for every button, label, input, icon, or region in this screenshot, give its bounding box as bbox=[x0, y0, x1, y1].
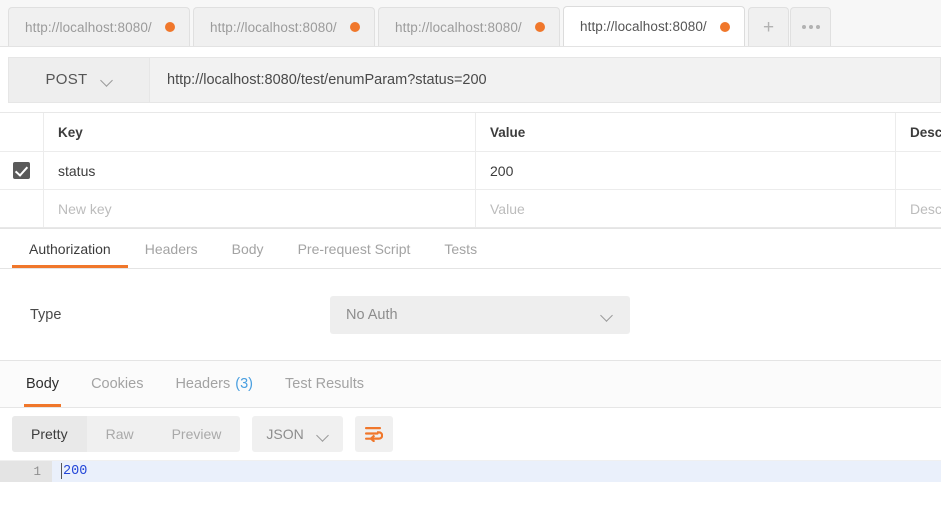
request-tab-2[interactable]: http://localhost:8080/ bbox=[193, 7, 375, 46]
view-mode-label: Raw bbox=[105, 426, 134, 442]
plus-icon: + bbox=[762, 16, 775, 38]
response-tab-test-results[interactable]: Test Results bbox=[269, 361, 380, 407]
response-format-value: JSON bbox=[266, 426, 304, 442]
new-key-placeholder: New key bbox=[58, 200, 112, 217]
new-tab-button[interactable]: + bbox=[748, 7, 789, 46]
url-input[interactable]: http://localhost:8080/test/enumParam?sta… bbox=[150, 56, 941, 103]
code-token: 200 bbox=[63, 464, 88, 479]
tab-label: Headers bbox=[144, 240, 198, 257]
ellipsis-icon bbox=[801, 25, 820, 29]
response-tab-body[interactable]: Body bbox=[10, 361, 75, 407]
view-mode-pretty[interactable]: Pretty bbox=[12, 416, 87, 452]
row-description-cell[interactable] bbox=[896, 152, 941, 189]
unsaved-dot-icon[interactable] bbox=[165, 22, 175, 32]
response-view-mode-group: Pretty Raw Preview bbox=[12, 416, 241, 452]
auth-type-selected-value: No Auth bbox=[346, 306, 398, 323]
param-enabled-checkbox[interactable] bbox=[13, 162, 30, 179]
word-wrap-toggle-button[interactable] bbox=[354, 416, 393, 452]
postman-window: http://localhost:8080/ http://localhost:… bbox=[0, 0, 941, 511]
new-description-placeholder: Desc bbox=[910, 200, 941, 217]
table-new-row: New key Value Desc bbox=[0, 190, 941, 228]
tab-label: Test Results bbox=[285, 376, 364, 392]
line-number: 1 bbox=[0, 461, 52, 482]
tab-label: Body bbox=[231, 240, 264, 257]
response-body-editor[interactable]: 1 200 bbox=[0, 460, 941, 511]
tab-label: Authorization bbox=[29, 240, 111, 257]
view-mode-label: Preview bbox=[171, 426, 222, 442]
view-mode-raw[interactable]: Raw bbox=[87, 416, 153, 452]
column-header-key: Key bbox=[58, 124, 83, 140]
request-tab-label: http://localhost:8080/ bbox=[580, 19, 707, 34]
new-description-input[interactable]: Desc bbox=[896, 190, 941, 227]
headers-count-badge: (3) bbox=[235, 376, 253, 392]
row-key-cell[interactable]: status bbox=[44, 152, 476, 189]
response-section-tabs: Body Cookies Headers (3) Test Results bbox=[0, 361, 941, 408]
header-description-cell: Descr bbox=[896, 113, 941, 151]
view-mode-label: Pretty bbox=[31, 426, 68, 442]
column-header-description: Descr bbox=[910, 124, 941, 140]
column-header-value: Value bbox=[490, 124, 526, 140]
header-value-cell: Value bbox=[476, 113, 896, 151]
code-line: 1 200 bbox=[0, 461, 941, 482]
row-value-cell[interactable]: 200 bbox=[476, 152, 896, 189]
query-params-table: Key Value Descr status 200 bbox=[0, 112, 941, 228]
tab-label: Tests bbox=[444, 240, 478, 257]
request-tab-label: http://localhost:8080/ bbox=[395, 19, 522, 35]
new-value-input[interactable]: Value bbox=[476, 190, 896, 227]
request-tab-1[interactable]: http://localhost:8080/ bbox=[8, 7, 190, 46]
header-checkbox-cell bbox=[0, 113, 44, 151]
new-value-placeholder: Value bbox=[490, 200, 525, 217]
param-key-value: status bbox=[58, 162, 96, 179]
row-checkbox-cell bbox=[0, 152, 44, 189]
tab-label: Cookies bbox=[91, 376, 144, 392]
tab-options-button[interactable] bbox=[790, 7, 831, 46]
http-method-label: POST bbox=[45, 71, 88, 88]
http-method-selector[interactable]: POST bbox=[8, 56, 150, 103]
auth-type-label: Type bbox=[30, 306, 62, 323]
tab-label: Headers bbox=[175, 376, 231, 392]
tab-authorization[interactable]: Authorization bbox=[12, 229, 128, 268]
response-format-select[interactable]: JSON bbox=[252, 416, 343, 452]
table-header-row: Key Value Descr bbox=[0, 113, 941, 152]
chevron-down-icon bbox=[602, 311, 613, 318]
tab-body[interactable]: Body bbox=[215, 229, 281, 268]
request-tab-3[interactable]: http://localhost:8080/ bbox=[378, 7, 560, 46]
code-line-content[interactable]: 200 bbox=[52, 461, 941, 482]
word-wrap-icon bbox=[365, 427, 384, 442]
text-caret bbox=[61, 463, 62, 479]
param-value-value: 200 bbox=[490, 162, 514, 179]
tab-headers[interactable]: Headers bbox=[128, 229, 215, 268]
request-tab-label: http://localhost:8080/ bbox=[210, 19, 337, 35]
auth-type-select[interactable]: No Auth bbox=[330, 295, 630, 334]
request-tab-4-active[interactable]: http://localhost:8080/ bbox=[563, 6, 745, 46]
response-tab-cookies[interactable]: Cookies bbox=[75, 361, 159, 407]
chevron-down-icon bbox=[102, 76, 113, 83]
table-row: status 200 bbox=[0, 152, 941, 190]
request-tab-bar: http://localhost:8080/ http://localhost:… bbox=[0, 0, 941, 47]
chevron-down-icon bbox=[318, 431, 329, 438]
new-row-checkbox-cell bbox=[0, 190, 44, 227]
header-key-cell: Key bbox=[44, 113, 476, 151]
tab-pre-request-script[interactable]: Pre-request Script bbox=[281, 229, 428, 268]
request-section-tabs: Authorization Headers Body Pre-request S… bbox=[0, 228, 941, 269]
request-tab-label: http://localhost:8080/ bbox=[25, 19, 152, 35]
response-view-toolbar: Pretty Raw Preview JSON bbox=[0, 408, 941, 460]
unsaved-dot-icon[interactable] bbox=[720, 21, 730, 32]
url-bar-row: POST http://localhost:8080/test/enumPara… bbox=[0, 47, 941, 112]
tab-tests[interactable]: Tests bbox=[427, 229, 494, 268]
tab-label: Pre-request Script bbox=[297, 240, 411, 257]
new-key-input[interactable]: New key bbox=[44, 190, 476, 227]
response-tab-headers[interactable]: Headers (3) bbox=[159, 361, 269, 407]
tab-label: Body bbox=[26, 376, 60, 392]
unsaved-dot-icon[interactable] bbox=[535, 22, 545, 32]
url-bar: POST http://localhost:8080/test/enumPara… bbox=[8, 56, 941, 103]
unsaved-dot-icon[interactable] bbox=[350, 22, 360, 32]
authorization-panel: Type No Auth bbox=[0, 269, 941, 361]
view-mode-preview[interactable]: Preview bbox=[153, 416, 241, 452]
